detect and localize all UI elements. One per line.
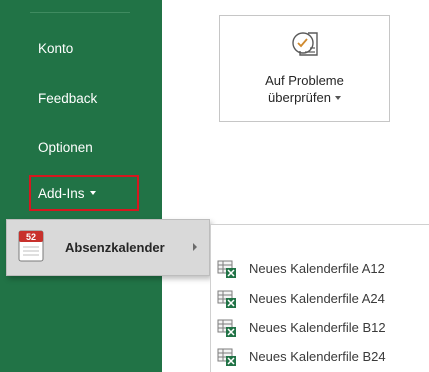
absenzkalender-label: Absenzkalender [65,240,165,255]
check-for-issues-button[interactable]: Auf Probleme überprüfen [219,15,390,122]
submenu-item-b12[interactable]: Neues Kalenderfile B12 [211,314,429,341]
excel-table-icon [217,290,236,308]
svg-text:52: 52 [26,232,36,242]
absenzkalender-submenu: Neues Kalenderfile A12 Neues Kalenderfil… [210,224,429,372]
submenu-item-a24[interactable]: Neues Kalenderfile A24 [211,285,429,312]
submenu-item-label: Neues Kalenderfile B24 [249,349,386,364]
sidebar-divider [30,12,130,13]
submenu-item-label: Neues Kalenderfile A24 [249,291,385,306]
excel-table-icon [217,319,236,337]
excel-table-icon [217,348,236,366]
sidebar-item-add-ins[interactable]: Add-Ins [38,185,96,203]
sidebar-item-konto[interactable]: Konto [38,40,73,58]
menu-item-absenzkalender[interactable]: 52 Absenzkalender [6,219,210,276]
submenu-item-label: Neues Kalenderfile B12 [249,320,386,335]
check-for-issues-label: Auf Probleme überprüfen [265,73,344,105]
submenu-item-label: Neues Kalenderfile A12 [249,261,385,276]
sidebar-item-optionen[interactable]: Optionen [38,139,93,157]
sidebar-item-feedback[interactable]: Feedback [38,90,97,108]
sidebar-item-label: Add-Ins [38,186,85,201]
chevron-right-icon [193,243,197,251]
chevron-down-icon [334,95,341,100]
calendar-52-icon: 52 [18,230,44,262]
backstage-sidebar: Konto Feedback Optionen Add-Ins [0,0,162,372]
excel-table-icon [217,260,236,278]
submenu-item-b24[interactable]: Neues Kalenderfile B24 [211,343,429,370]
chevron-down-icon [89,191,96,196]
document-check-icon [292,32,318,56]
submenu-item-a12[interactable]: Neues Kalenderfile A12 [211,255,429,282]
